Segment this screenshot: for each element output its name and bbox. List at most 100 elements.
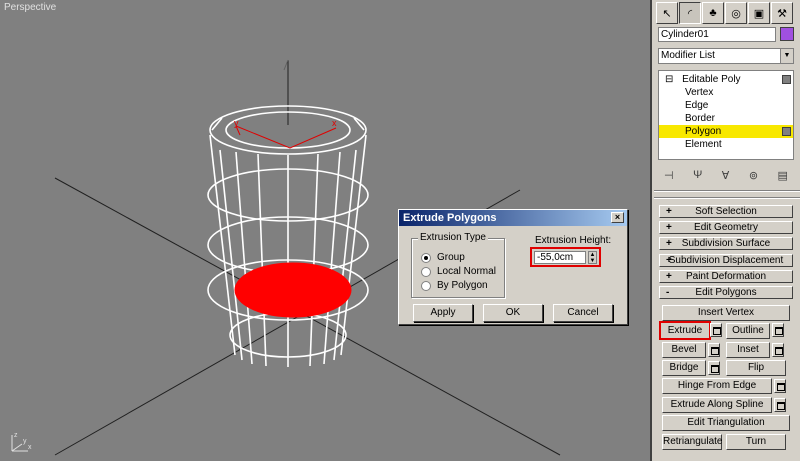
- show-end-result-icon[interactable]: Ψ: [693, 169, 702, 181]
- rollout-label: Edit Polygons: [695, 287, 757, 298]
- rollout-toggle-icon: +: [666, 255, 672, 266]
- stack-item-polygon[interactable]: Polygon: [659, 125, 793, 138]
- radio-group[interactable]: Group: [421, 252, 465, 263]
- bevel-settings-icon[interactable]: [708, 343, 720, 357]
- rollout-edit-polygons[interactable]: - Edit Polygons: [659, 286, 793, 299]
- rollout-toggle-icon: +: [666, 238, 672, 249]
- modifier-stack: ⊟ Editable Poly Vertex Edge Border Polyg…: [658, 70, 794, 160]
- turn-button[interactable]: Turn: [726, 434, 786, 450]
- close-icon[interactable]: ×: [611, 212, 624, 223]
- hierarchy-tab-icon[interactable]: ♣: [702, 2, 724, 24]
- radio-indicator[interactable]: [421, 252, 431, 263]
- object-color-swatch[interactable]: [780, 27, 794, 41]
- bevel-button[interactable]: Bevel: [662, 342, 706, 358]
- extrusion-height-highlight: -55,0cm ▲ ▼: [530, 247, 601, 267]
- modify-tab-icon[interactable]: ◜: [679, 2, 701, 24]
- create-tab-icon[interactable]: ↖: [656, 2, 678, 24]
- stack-toolbar: ⊣ Ψ ∀ ⊚ ▤: [658, 166, 794, 184]
- flip-button[interactable]: Flip: [726, 360, 786, 376]
- radio-by-polygon[interactable]: By Polygon: [421, 280, 488, 291]
- svg-text:z: z: [14, 432, 18, 439]
- rollout-toggle-icon: +: [666, 206, 672, 217]
- rollout-edit-geometry[interactable]: + Edit Geometry: [659, 221, 793, 234]
- stack-item-vertex[interactable]: Vertex: [659, 86, 793, 99]
- modifier-list-label: Modifier List: [661, 50, 715, 61]
- remove-modifier-icon[interactable]: ⊚: [749, 169, 758, 182]
- axis-tripod-icon: z x y: [11, 432, 32, 452]
- apply-button[interactable]: Apply: [413, 304, 473, 322]
- rollout-label: Subdivision Surface: [681, 238, 771, 249]
- svg-text:y: y: [23, 438, 27, 445]
- rollout-soft-selection[interactable]: + Soft Selection: [659, 205, 793, 218]
- extrusion-type-label: Extrusion Type: [418, 232, 488, 243]
- stack-item-editable-poly[interactable]: ⊟ Editable Poly: [659, 73, 793, 86]
- make-unique-icon[interactable]: ∀: [722, 169, 730, 182]
- rollout-label: Soft Selection: [695, 206, 757, 217]
- radio-label: By Polygon: [437, 280, 488, 291]
- radio-label: Local Normal: [437, 266, 496, 277]
- stack-item-edge[interactable]: Edge: [659, 99, 793, 112]
- radio-indicator[interactable]: [421, 280, 431, 291]
- extrude-settings-icon[interactable]: [710, 323, 722, 337]
- viewport-label[interactable]: Perspective: [4, 2, 56, 13]
- extrude-spline-settings-icon[interactable]: [774, 398, 786, 412]
- svg-text:y: y: [234, 118, 239, 128]
- extrude-polygons-dialog: Extrude Polygons × Extrusion Type Group …: [398, 209, 628, 325]
- svg-text:x: x: [28, 444, 32, 451]
- rollout-subdivision-displacement[interactable]: + Subdivision Displacement: [659, 254, 793, 267]
- command-panel-tabs: ↖ ◜ ♣ ◎ ▣ ⚒: [656, 2, 798, 24]
- rollout-toggle-icon: -: [666, 287, 670, 298]
- rollout-subdivision-surface[interactable]: + Subdivision Surface: [659, 237, 793, 250]
- divider: [654, 197, 800, 199]
- extrusion-height-input[interactable]: -55,0cm: [534, 251, 586, 264]
- expand-icon[interactable]: ⊟: [665, 74, 673, 85]
- stack-item-label: Border: [685, 113, 716, 124]
- dialog-title-text: Extrude Polygons: [403, 212, 497, 224]
- chevron-down-icon[interactable]: ▼: [780, 49, 793, 63]
- dialog-title[interactable]: Extrude Polygons ×: [399, 210, 627, 226]
- stack-item-border[interactable]: Border: [659, 112, 793, 125]
- rollout-label: Paint Deformation: [685, 271, 767, 282]
- cancel-button[interactable]: Cancel: [553, 304, 613, 322]
- utilities-tab-icon[interactable]: ⚒: [771, 2, 793, 24]
- stack-item-label: Polygon: [685, 126, 722, 137]
- radio-local-normal[interactable]: Local Normal: [421, 266, 496, 277]
- rollout-toggle-icon: +: [666, 271, 672, 282]
- extrude-button[interactable]: Extrude: [659, 321, 711, 340]
- rollout-toggle-icon: +: [666, 222, 672, 233]
- rollout-paint-deformation[interactable]: + Paint Deformation: [659, 270, 793, 283]
- outline-button[interactable]: Outline: [726, 323, 770, 339]
- inset-settings-icon[interactable]: [772, 343, 784, 357]
- subobject-icon: [782, 127, 791, 136]
- hinge-from-edge-button[interactable]: Hinge From Edge: [662, 378, 772, 394]
- motion-tab-icon[interactable]: ◎: [725, 2, 747, 24]
- spinner-arrows-icon[interactable]: ▲ ▼: [588, 251, 597, 264]
- command-panel: ↖ ◜ ♣ ◎ ▣ ⚒ Cylinder01 Modifier List ▼ ⊟…: [654, 0, 800, 461]
- object-name-field[interactable]: Cylinder01: [658, 27, 776, 42]
- modifier-on-icon[interactable]: [782, 75, 791, 84]
- divider: [654, 190, 800, 192]
- radio-indicator[interactable]: [421, 266, 431, 277]
- outline-settings-icon[interactable]: [772, 323, 784, 337]
- cylinder-wireframe: [207, 105, 369, 367]
- radio-label: Group: [437, 252, 465, 263]
- svg-text:x: x: [332, 118, 337, 128]
- inset-button[interactable]: Inset: [726, 342, 770, 358]
- ok-button[interactable]: OK: [483, 304, 543, 322]
- insert-vertex-button[interactable]: Insert Vertex: [662, 305, 790, 321]
- rollout-label: Subdivision Displacement: [668, 255, 784, 266]
- bridge-button[interactable]: Bridge: [662, 360, 706, 376]
- configure-sets-icon[interactable]: ▤: [778, 169, 788, 182]
- hinge-settings-icon[interactable]: [774, 379, 786, 393]
- pin-stack-icon[interactable]: ⊣: [664, 169, 674, 182]
- display-tab-icon[interactable]: ▣: [748, 2, 770, 24]
- edit-triangulation-button[interactable]: Edit Triangulation: [662, 415, 790, 431]
- retriangulate-button[interactable]: Retriangulate: [662, 434, 722, 450]
- modifier-list-dropdown[interactable]: Modifier List ▼: [658, 48, 794, 64]
- bridge-settings-icon[interactable]: [708, 361, 720, 375]
- selected-polygon: [234, 262, 352, 318]
- extrude-along-spline-button[interactable]: Extrude Along Spline: [662, 397, 772, 413]
- extrusion-height-label: Extrusion Height:: [535, 235, 612, 246]
- stack-item-element[interactable]: Element: [659, 138, 793, 151]
- stack-item-label: Edge: [685, 100, 709, 111]
